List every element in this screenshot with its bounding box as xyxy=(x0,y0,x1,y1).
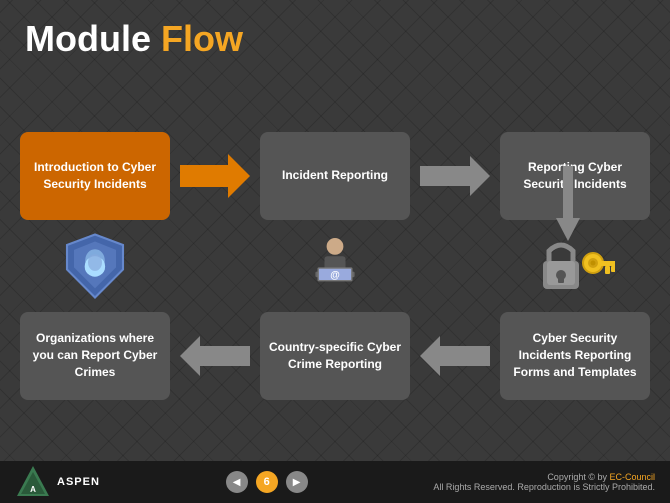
box-intro: Introduction to Cyber Security Incidents xyxy=(20,132,170,220)
flow-grid: Introduction to Cyber Security Incidents… xyxy=(0,70,670,461)
cell-organizations: Organizations where you can Report Cyber… xyxy=(15,306,175,406)
orange-right-arrow-icon xyxy=(180,156,250,196)
header: Module Flow xyxy=(0,0,670,70)
next-page-button[interactable]: ▶ xyxy=(286,471,308,493)
current-page-indicator: 6 xyxy=(256,471,278,493)
prev-page-button[interactable]: ◀ xyxy=(226,471,248,493)
footer-copyright: Copyright © by EC-Council All Rights Res… xyxy=(433,472,655,492)
title-flow: Flow xyxy=(161,18,243,59)
arrow-intro-to-incident xyxy=(175,126,255,226)
title-module: Module xyxy=(25,18,161,59)
footer: A ASPEN ◀ 6 ▶ Copyright © by EC-Council … xyxy=(0,461,670,503)
aspen-logo-icon: A xyxy=(15,464,51,500)
gray-left-arrow-1-icon xyxy=(180,336,250,376)
person-laptop-icon: @ xyxy=(300,231,370,301)
logo-label: ASPEN xyxy=(57,476,100,488)
box-incident-reporting: Incident Reporting xyxy=(260,132,410,220)
svg-text:@: @ xyxy=(330,269,340,280)
cell-cyber-forms: Cyber Security Incidents Reporting Forms… xyxy=(495,306,655,406)
slide-title: Module Flow xyxy=(25,18,645,60)
shield-icon: ⬤ xyxy=(60,231,130,301)
arrow-incident-to-reporting xyxy=(415,126,495,226)
arrow-forms-to-country xyxy=(415,306,495,406)
cell-intro: Introduction to Cyber Security Incidents xyxy=(15,126,175,226)
down-arrow-svg xyxy=(556,166,580,241)
cell-person-icon: @ xyxy=(255,226,415,306)
gray-left-arrow-2-icon xyxy=(420,336,490,376)
gray-right-arrow-1-icon xyxy=(420,156,490,196)
box-cyber-forms: Cyber Security Incidents Reporting Forms… xyxy=(500,312,650,400)
cell-country-specific: Country-specific Cyber Crime Reporting xyxy=(255,306,415,406)
arrow-country-to-org xyxy=(175,306,255,406)
cell-incident-reporting: Incident Reporting xyxy=(255,126,415,226)
gray-down-arrow-icon xyxy=(556,166,580,241)
cell-shield-icon: ⬤ xyxy=(15,226,175,306)
slide: Module Flow Introduction to Cyber Securi… xyxy=(0,0,670,503)
box-organizations: Organizations where you can Report Cyber… xyxy=(20,312,170,400)
box-country-specific: Country-specific Cyber Crime Reporting xyxy=(260,312,410,400)
footer-navigation[interactable]: ◀ 6 ▶ xyxy=(226,471,308,493)
footer-logo: A ASPEN xyxy=(15,464,100,500)
cell-empty-r2c4 xyxy=(415,226,495,306)
svg-text:A: A xyxy=(30,485,36,494)
cell-empty-r2c2 xyxy=(175,226,255,306)
